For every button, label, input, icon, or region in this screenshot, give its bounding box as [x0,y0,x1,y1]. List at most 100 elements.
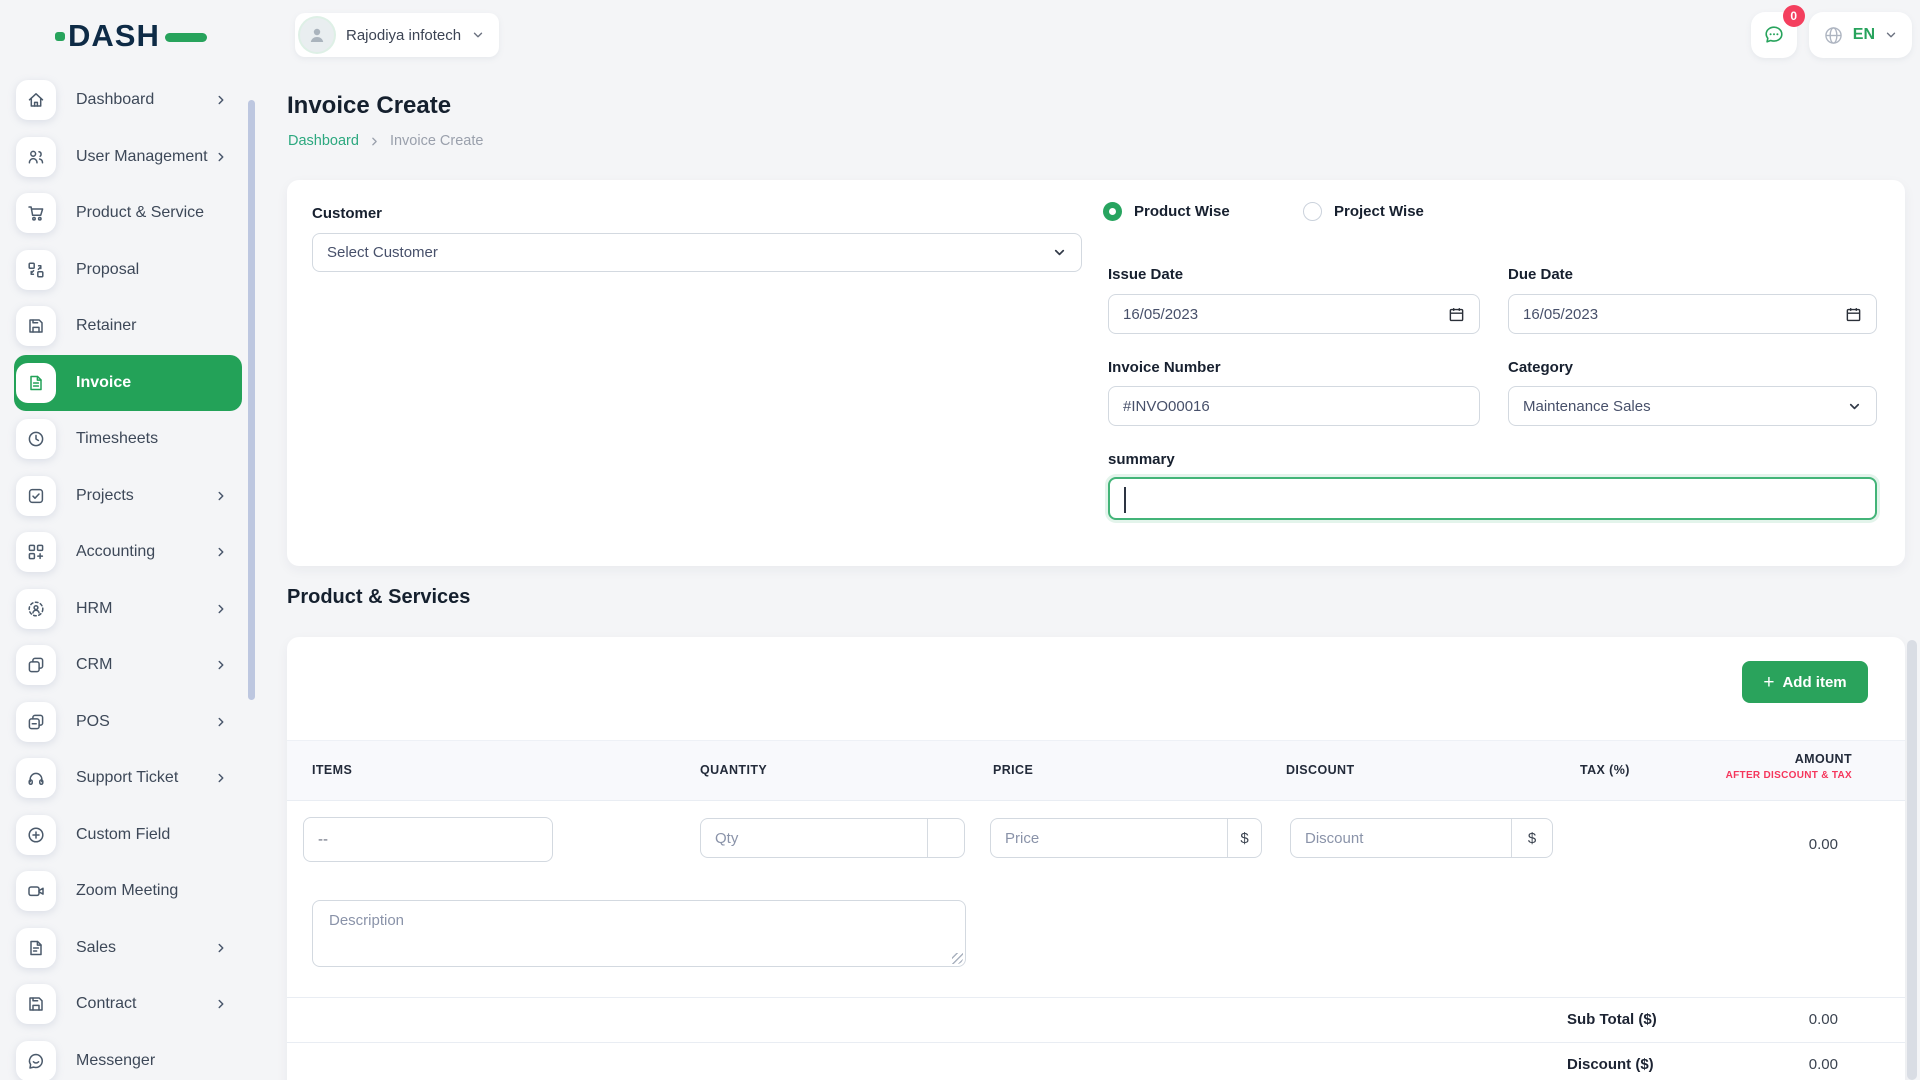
products-section-title: Product & Services [287,586,470,609]
sidebar-item-contract[interactable]: Contract [14,976,242,1033]
text-caret [1124,487,1126,513]
breadcrumb-dashboard-link[interactable]: Dashboard [288,133,359,149]
workspace-avatar [300,18,334,52]
cart-icon [16,193,56,233]
chevron-down-icon [1847,399,1862,414]
logo-dash-icon [165,33,207,42]
sidebar-item-projects[interactable]: Projects [14,468,242,525]
language-label: EN [1853,26,1875,44]
sidebar-scrollbar[interactable] [248,100,255,700]
quantity-addon [927,819,964,857]
chevron-right-icon [214,489,228,503]
subtotal-value: 0.00 [1809,1011,1838,1028]
messenger-icon [16,1041,56,1080]
invoice-number-input[interactable]: #INVO00016 [1108,386,1480,426]
brand-name: DASH [68,18,160,54]
issue-date-input[interactable]: 16/05/2023 [1108,294,1480,334]
sidebar-item-invoice[interactable]: Invoice [14,355,242,412]
headset-icon [16,758,56,798]
breadcrumb: Dashboard Invoice Create [288,133,483,149]
customer-label: Customer [312,205,382,222]
due-date-input[interactable]: 16/05/2023 [1508,294,1877,334]
person-icon [307,25,327,45]
amount-subheader: AFTER DISCOUNT & TAX [1726,770,1852,781]
category-select[interactable]: Maintenance Sales [1508,386,1877,426]
page-title: Invoice Create [287,92,451,120]
accounting-icon [16,532,56,572]
sidebar-item-accounting[interactable]: Accounting [14,524,242,581]
notification-badge: 0 [1783,5,1805,27]
discount-input[interactable] [1291,819,1511,857]
sidebar-item-product-service[interactable]: Product & Service [14,185,242,242]
projects-icon [16,476,56,516]
subtotal-label: Sub Total ($) [1567,1011,1657,1028]
messages-button[interactable]: 0 [1751,12,1797,58]
proposal-icon [16,250,56,290]
chevron-down-icon [1884,28,1898,42]
sidebar-item-custom-field[interactable]: Custom Field [14,807,242,864]
sidebar-item-timesheets[interactable]: Timesheets [14,411,242,468]
invoice-form-card: Customer Select Customer Product Wise Pr… [287,180,1905,566]
sidebar-item-proposal[interactable]: Proposal [14,242,242,299]
currency-addon: $ [1511,819,1552,857]
hrm-icon [16,589,56,629]
price-input[interactable] [991,819,1227,857]
chevron-right-icon [214,715,228,729]
price-input-group: $ [990,818,1262,858]
crm-icon [16,645,56,685]
chevron-right-icon [214,997,228,1011]
due-date-label: Due Date [1508,266,1573,283]
page-scrollbar[interactable] [1907,640,1917,1080]
product-services-card: + Add item ITEMS QUANTITY PRICE DISCOUNT… [287,637,1905,1080]
chevron-right-icon [214,602,228,616]
sales-icon [16,928,56,968]
sidebar-item-crm[interactable]: CRM [14,637,242,694]
home-icon [16,80,56,120]
table-header-row: ITEMS QUANTITY PRICE DISCOUNT TAX (%) AM… [287,740,1905,801]
video-icon [16,871,56,911]
description-textarea[interactable] [312,900,966,967]
retainer-icon [16,306,56,346]
sidebar-item-dashboard[interactable]: Dashboard [14,72,242,129]
summary-input[interactable] [1108,477,1877,520]
category-label: Category [1508,359,1573,376]
customer-select[interactable]: Select Customer [312,233,1082,272]
breadcrumb-current: Invoice Create [390,133,484,149]
product-wise-radio[interactable]: Product Wise [1103,202,1230,221]
workspace-switcher[interactable]: Rajodiya infotech [295,13,499,57]
sidebar-item-hrm[interactable]: HRM [14,581,242,638]
col-price: PRICE [993,763,1033,777]
currency-addon: $ [1227,819,1261,857]
discount-total-row: Discount ($) 0.00 [287,1042,1905,1080]
sidebar-item-sales[interactable]: Sales [14,920,242,977]
summary-label: summary [1108,451,1175,468]
quantity-input-group [700,818,965,858]
sidebar-item-pos[interactable]: POS [14,694,242,751]
issue-date-label: Issue Date [1108,266,1183,283]
item-select[interactable]: -- [303,817,553,862]
col-discount: DISCOUNT [1286,763,1354,777]
sidebar-item-retainer[interactable]: Retainer [14,298,242,355]
sidebar-item-messenger[interactable]: Messenger [14,1033,242,1080]
project-wise-radio[interactable]: Project Wise [1303,202,1424,221]
col-items: ITEMS [312,763,352,777]
chevron-right-icon [214,658,228,672]
chevron-right-icon [214,93,228,107]
sidebar-item-zoom-meeting[interactable]: Zoom Meeting [14,863,242,920]
topbar: DASH Rajodiya infotech 0 EN [0,0,1920,72]
chevron-right-icon [214,150,228,164]
sidebar-item-user-management[interactable]: User Management [14,129,242,186]
language-selector[interactable]: EN [1809,12,1912,58]
logo-dot-icon [55,32,65,41]
radio-checked-icon [1103,202,1122,221]
quantity-input[interactable] [701,819,927,857]
brand-logo: DASH [55,18,207,54]
col-amount: AMOUNT AFTER DISCOUNT & TAX [1726,752,1852,781]
sidebar-item-support-ticket[interactable]: Support Ticket [14,750,242,807]
add-item-button[interactable]: + Add item [1742,661,1868,703]
contract-icon [16,984,56,1024]
description-wrap [312,900,966,967]
subtotal-row: Sub Total ($) 0.00 [287,997,1905,1042]
invoice-icon [16,363,56,403]
calendar-icon [1845,306,1862,323]
